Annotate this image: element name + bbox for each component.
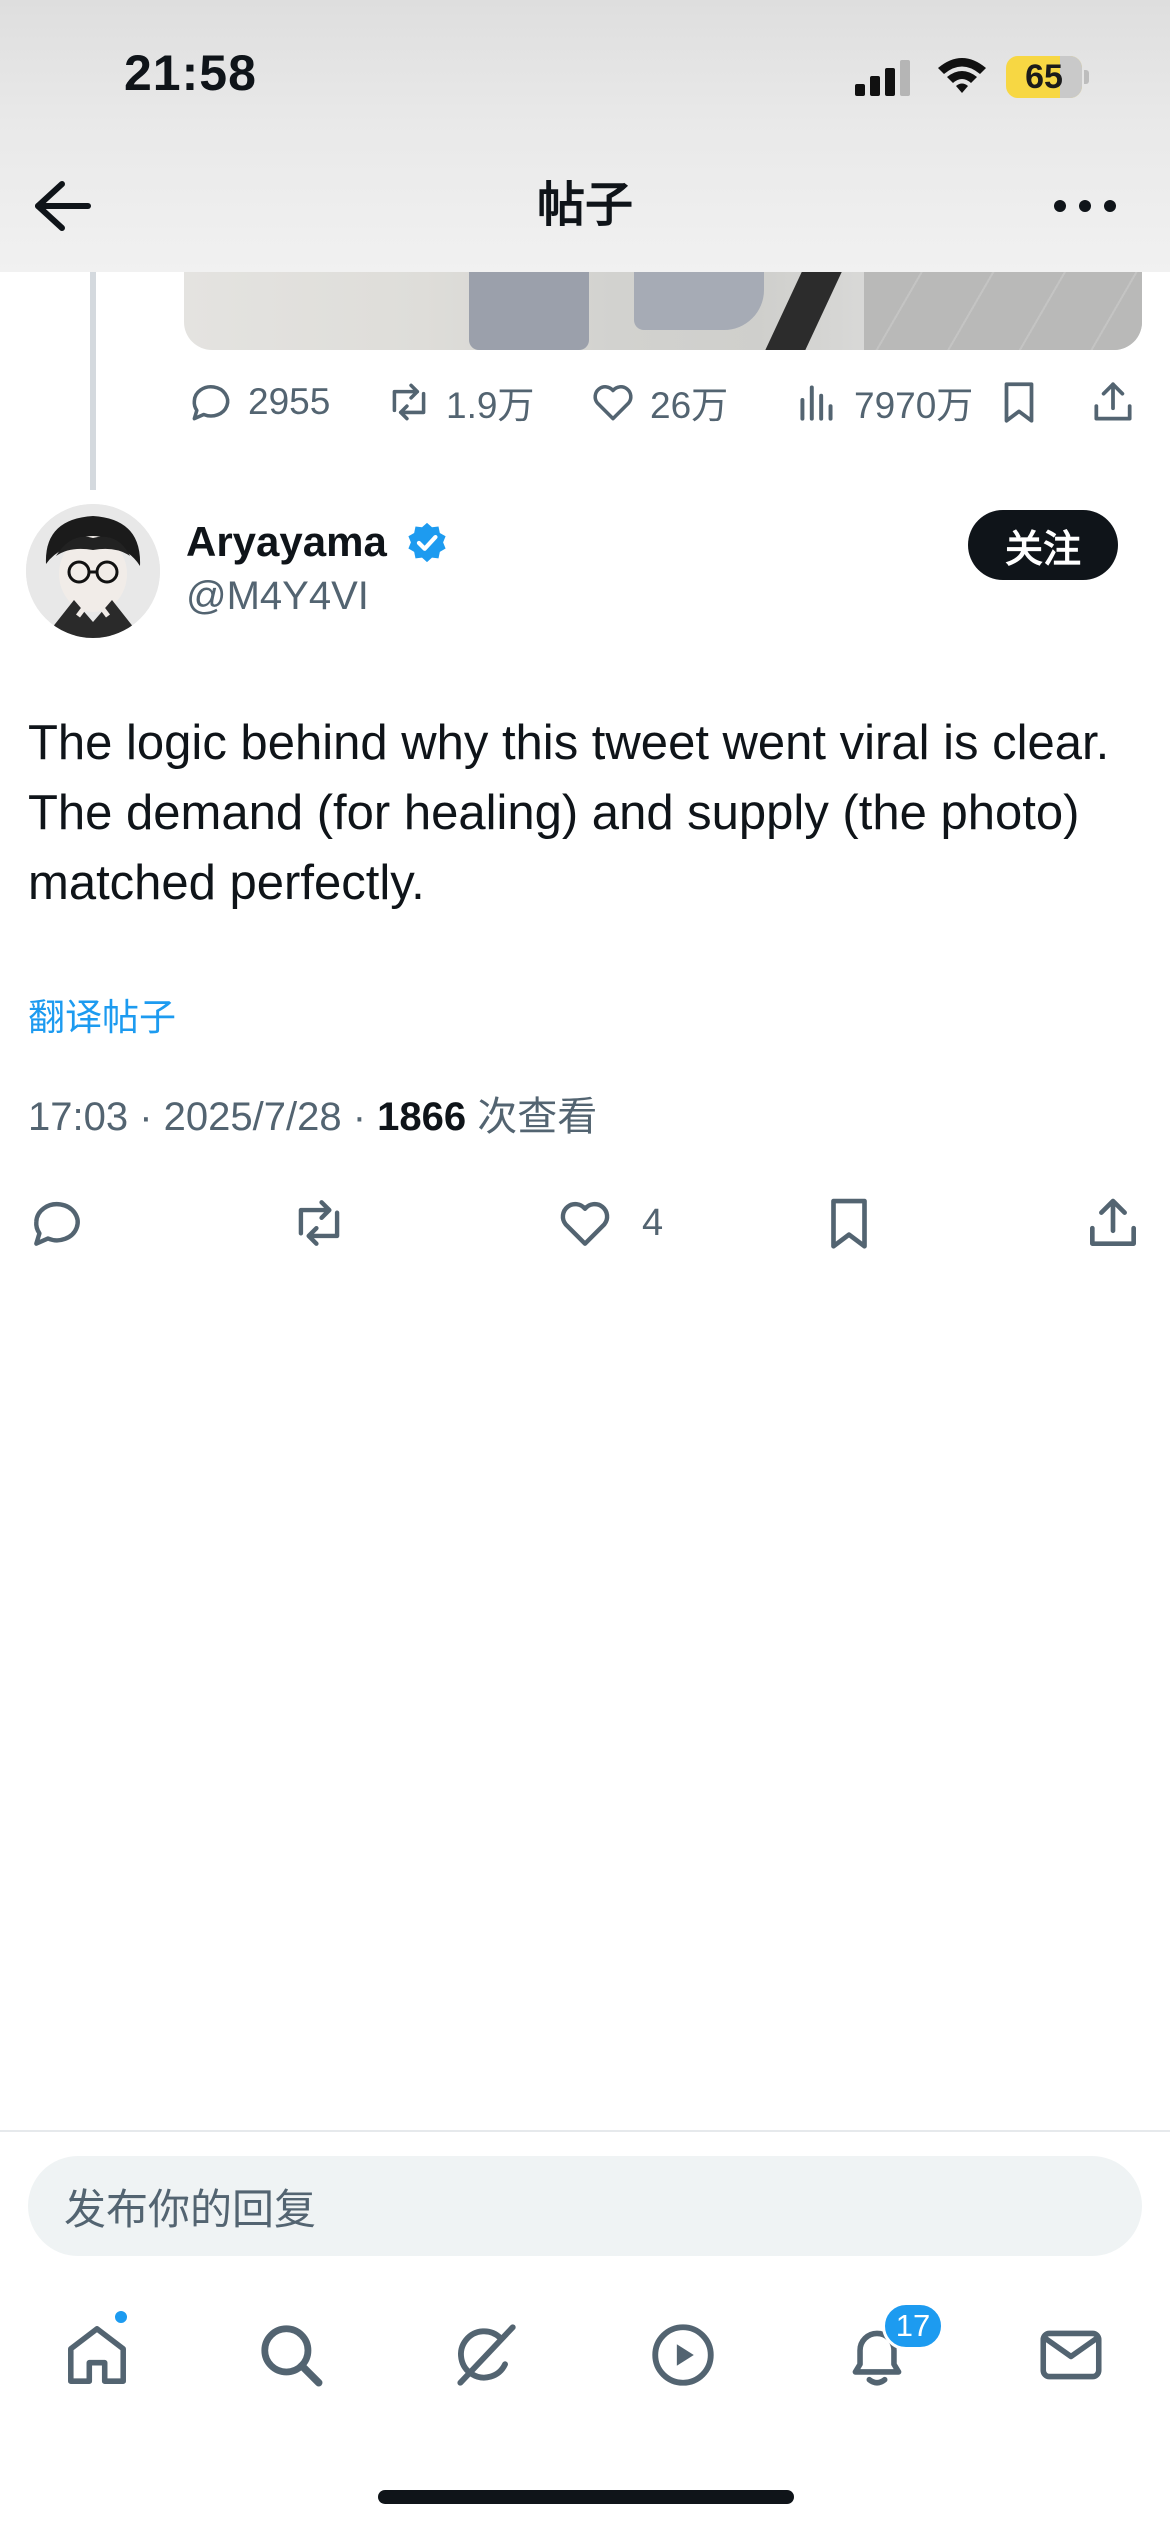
divider [0, 2130, 1170, 2132]
tab-video[interactable] [646, 2318, 720, 2392]
reply-icon [34, 1201, 80, 1246]
parent-repost-button[interactable]: 1.9万 [384, 372, 534, 432]
battery-indicator: 65 [1006, 56, 1089, 98]
battery-level: 65 [1025, 57, 1063, 96]
video-icon [652, 2324, 714, 2386]
tab-messages[interactable] [1034, 2318, 1108, 2392]
notification-badge: 17 [882, 2302, 944, 2350]
verified-badge-icon [408, 522, 446, 563]
author-avatar[interactable] [26, 504, 160, 638]
share-button[interactable] [1082, 1188, 1144, 1258]
tweet-meta: 17:03 · 2025/7/28 · 1866 次查看 [28, 1088, 597, 1146]
parent-view-count: 7970万 [854, 385, 974, 426]
tab-grok[interactable] [448, 2318, 522, 2392]
repost-button[interactable] [288, 1188, 350, 1258]
like-count: 4 [642, 1201, 664, 1244]
bookmark-icon [831, 1198, 867, 1249]
wifi-icon [938, 58, 986, 93]
messages-icon [1040, 2330, 1102, 2380]
reply-icon [192, 385, 230, 421]
home-unread-dot [112, 2308, 130, 2326]
bookmark-button[interactable] [818, 1188, 880, 1258]
heart-icon [593, 385, 633, 421]
parent-reply-count: 2955 [248, 381, 331, 422]
tweet-view-label: 次查看 [466, 1095, 598, 1139]
author-display-name[interactable]: Aryayama [186, 514, 387, 570]
top-header: 21:58 65 帖子 [0, 0, 1170, 272]
tab-search[interactable] [254, 2318, 328, 2392]
reply-button[interactable] [26, 1188, 88, 1258]
status-time: 21:58 [124, 45, 257, 101]
tweet-text: The logic behind why this tweet went vir… [28, 716, 1110, 910]
parent-repost-count: 1.9万 [446, 385, 535, 426]
share-icon [1090, 1198, 1136, 1246]
thread-connector-line [90, 272, 96, 490]
parent-like-count: 26万 [650, 385, 729, 426]
home-indicator[interactable] [378, 2490, 794, 2504]
avatar-illustration [26, 504, 160, 638]
home-icon [68, 2326, 126, 2384]
share-icon [1094, 382, 1132, 421]
repost-icon [298, 1200, 340, 1246]
parent-like-button[interactable]: 26万 [588, 372, 728, 432]
tweet-view-count[interactable]: 1866 [377, 1095, 466, 1139]
bookmark-icon [1004, 382, 1034, 423]
follow-button[interactable]: 关注 [968, 510, 1118, 580]
page-title: 帖子 [536, 179, 633, 232]
more-horizontal-icon[interactable] [1050, 186, 1120, 226]
author-handle[interactable]: @M4Y4VI [186, 568, 369, 624]
search-icon [261, 2325, 323, 2387]
parent-bookmark-button[interactable] [994, 372, 1056, 432]
parent-share-button[interactable] [1088, 372, 1150, 432]
tweet-timestamp: 17:03 · 2025/7/28 · [28, 1095, 378, 1139]
like-button[interactable]: 4 [554, 1188, 663, 1258]
parent-views-button[interactable]: 7970万 [792, 372, 973, 432]
reply-input[interactable]: 发布你的回复 [28, 2156, 1142, 2256]
grok-icon [457, 2324, 516, 2386]
views-chart-icon [800, 385, 833, 421]
cellular-signal-icon [855, 60, 910, 96]
tab-home[interactable] [60, 2318, 134, 2392]
translate-post-link[interactable]: 翻译帖子 [28, 990, 176, 1046]
repost-icon [392, 383, 426, 421]
parent-reply-button[interactable]: 2955 [186, 372, 330, 432]
heart-icon [560, 1201, 610, 1246]
